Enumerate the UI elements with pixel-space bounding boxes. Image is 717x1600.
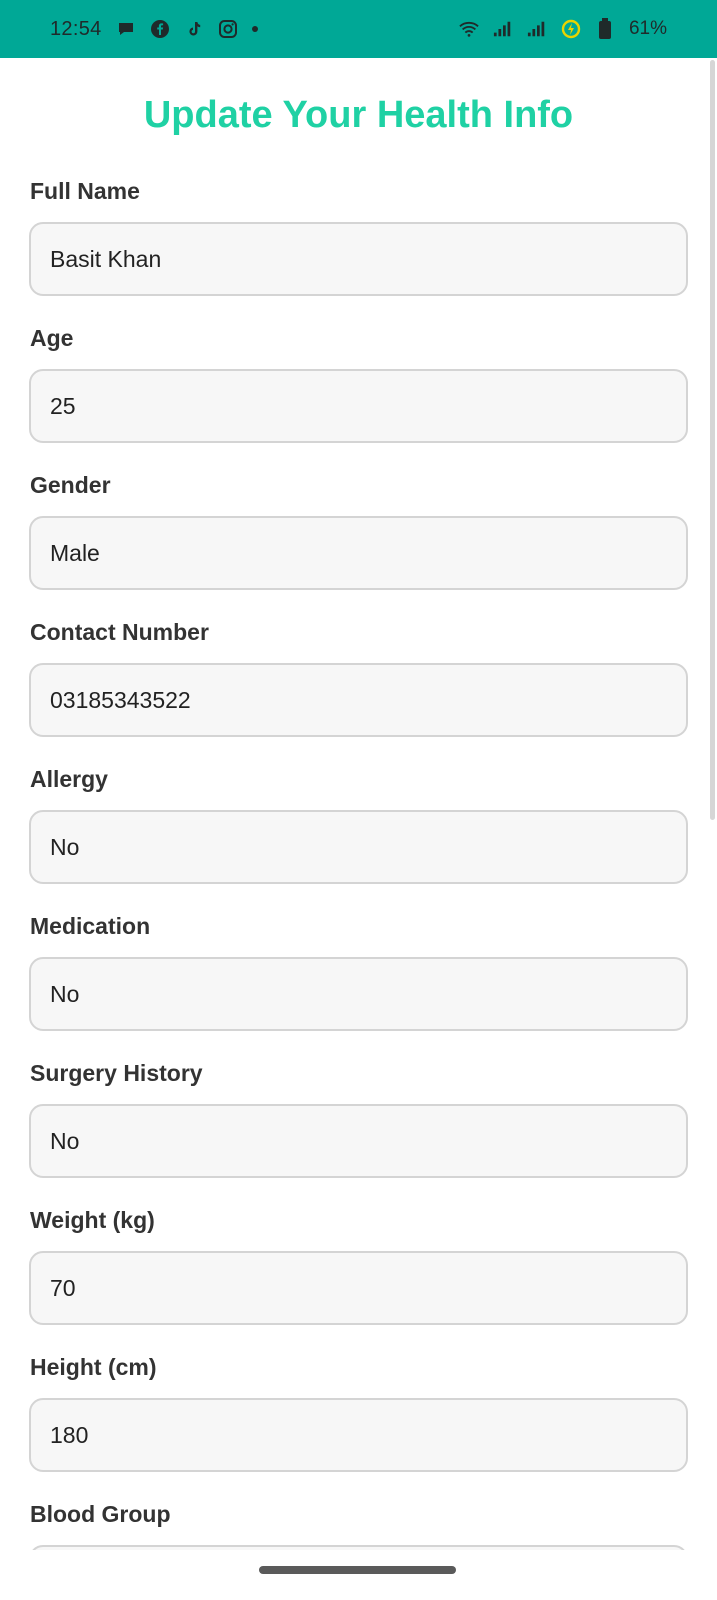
field-label: Gender — [30, 472, 111, 498]
full-name-input[interactable] — [29, 222, 688, 296]
facebook-icon — [150, 19, 170, 39]
age-input[interactable] — [29, 369, 688, 443]
status-time: 12:54 — [50, 17, 102, 40]
signal-icon-2 — [527, 19, 547, 39]
content: Update Your Health Info Full Name Age Ge… — [0, 58, 717, 1550]
surgery-history-input[interactable] — [29, 1104, 688, 1178]
field-contact-number: Contact Number — [29, 619, 688, 766]
weight-input[interactable] — [29, 1251, 688, 1325]
page-title: Update Your Health Info — [143, 94, 574, 136]
field-label: Blood Group — [30, 1501, 171, 1527]
field-age: Age — [29, 325, 688, 472]
height-input[interactable] — [29, 1398, 688, 1472]
field-label: Allergy — [30, 766, 108, 792]
field-medication: Medication — [29, 913, 688, 1060]
field-label: Contact Number — [30, 619, 209, 645]
field-label: Height (cm) — [30, 1354, 157, 1380]
field-label: Full Name — [30, 178, 140, 204]
contact-number-input[interactable] — [29, 663, 688, 737]
signal-icon — [493, 19, 513, 39]
field-height: Height (cm) — [29, 1354, 688, 1501]
allergy-input[interactable] — [29, 810, 688, 884]
instagram-icon — [218, 19, 238, 39]
field-surgery-history: Surgery History — [29, 1060, 688, 1207]
field-label: Surgery History — [30, 1060, 203, 1086]
field-weight: Weight (kg) — [29, 1207, 688, 1354]
medication-input[interactable] — [29, 957, 688, 1031]
navigation-bar — [0, 1550, 717, 1600]
status-bar: 12:54 61% — [0, 0, 717, 58]
field-label: Age — [30, 325, 74, 351]
health-info-form: Full Name Age Gender Contact Number Alle… — [29, 178, 688, 1550]
field-allergy: Allergy — [29, 766, 688, 913]
notification-dot-icon — [251, 26, 258, 32]
wifi-icon — [459, 19, 479, 39]
screen: 12:54 61% Update Your Health Info Full N… — [0, 0, 717, 1600]
battery-icon — [595, 18, 615, 39]
status-bar-right: 61% — [459, 18, 667, 40]
chat-bubble-icon — [116, 19, 136, 39]
home-indicator[interactable] — [259, 1566, 456, 1574]
field-label: Weight (kg) — [30, 1207, 155, 1233]
data-saver-icon — [561, 19, 581, 39]
gender-input[interactable] — [29, 516, 688, 590]
field-label: Medication — [30, 913, 151, 939]
field-full-name: Full Name — [29, 178, 688, 325]
field-gender: Gender — [29, 472, 688, 619]
tiktok-icon — [184, 19, 204, 39]
field-blood-group: Blood Group — [29, 1501, 688, 1550]
battery-percent: 61% — [628, 18, 667, 39]
status-bar-left: 12:54 — [50, 18, 258, 41]
